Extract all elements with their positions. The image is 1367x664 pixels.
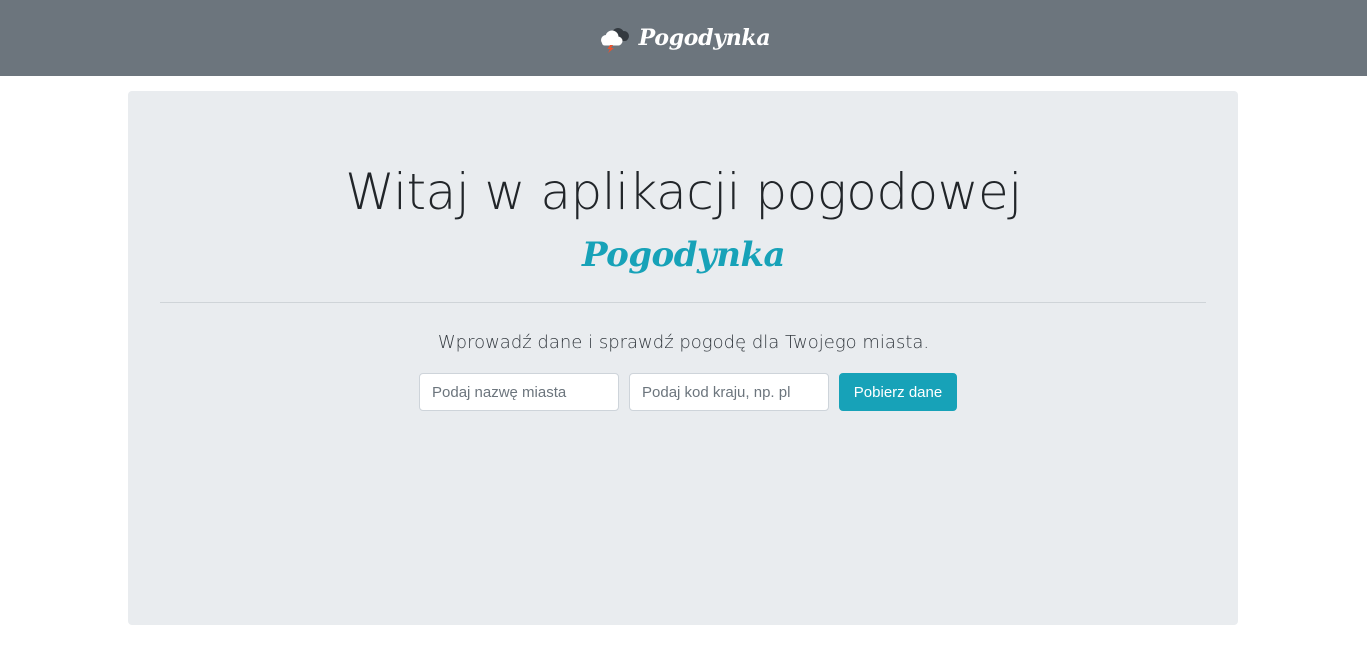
- storm-cloud-icon: [600, 28, 629, 53]
- lead-text: Wprowadź dane i sprawdź pogodę dla Twoje…: [437, 332, 930, 353]
- page-title: Witaj w aplikacji pogodowej: [345, 163, 1022, 221]
- country-code-input[interactable]: [629, 373, 829, 411]
- city-input[interactable]: [419, 373, 619, 411]
- weather-search-form: Pobierz dane: [419, 373, 957, 411]
- app-name-heading: Pogodynka: [581, 235, 786, 275]
- top-navbar: Pogodynka: [0, 0, 1367, 76]
- fetch-data-button[interactable]: Pobierz dane: [839, 373, 957, 411]
- brand-name: Pogodynka: [638, 25, 771, 51]
- navbar-brand[interactable]: Pogodynka: [595, 23, 771, 53]
- divider: [160, 302, 1206, 303]
